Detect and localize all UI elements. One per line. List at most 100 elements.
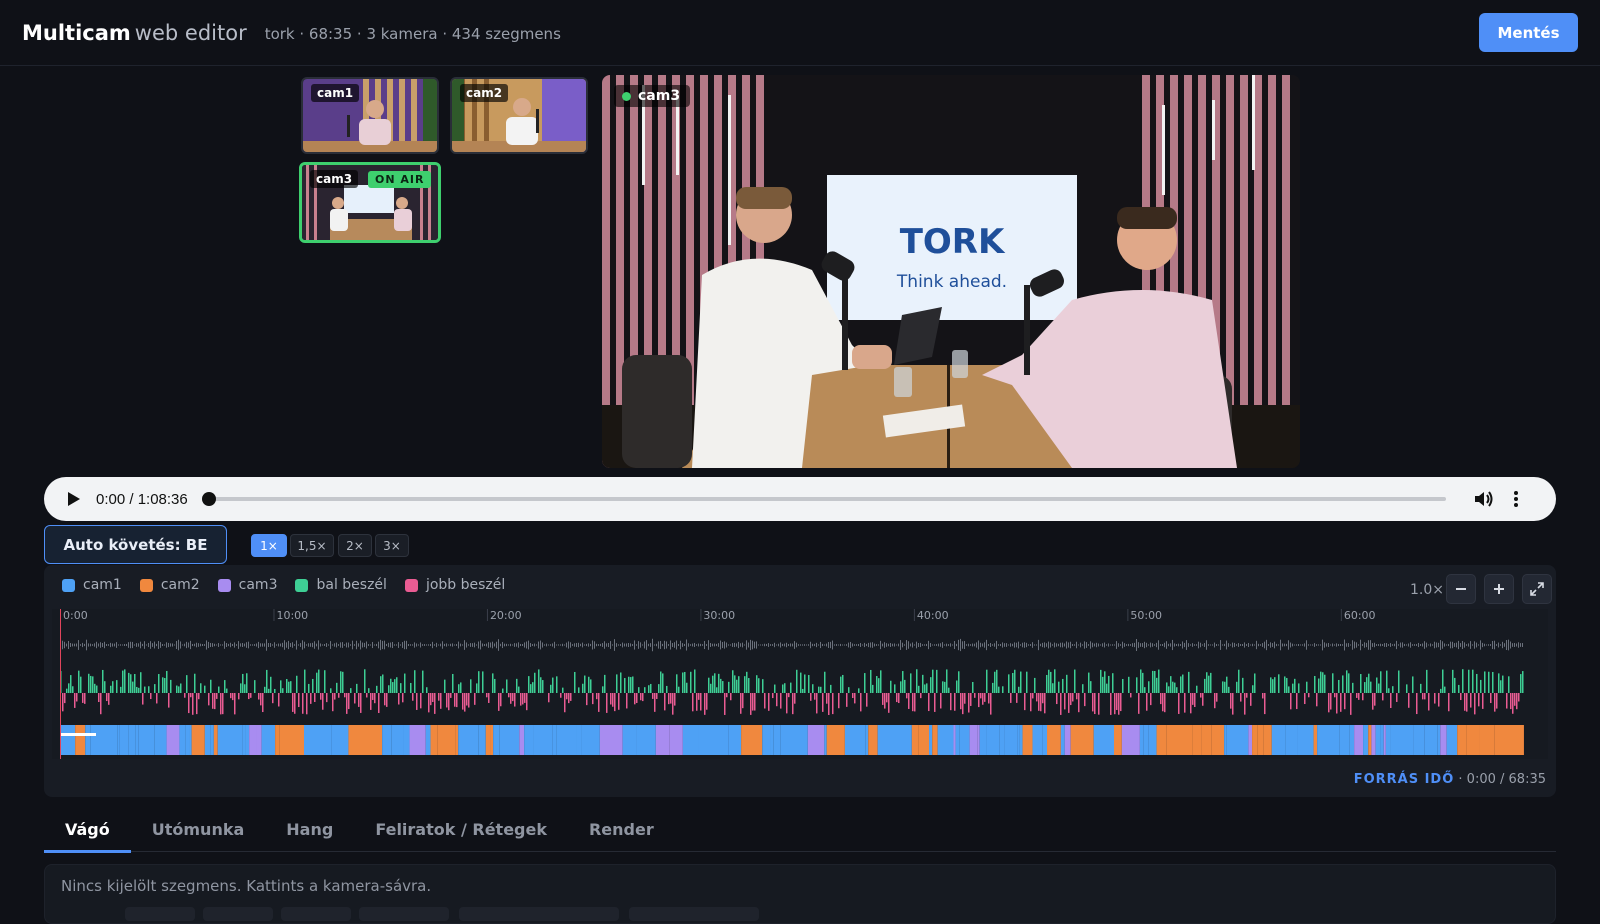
right-speaker-bar [1030, 693, 1032, 711]
right-speaker-bar [1474, 693, 1476, 714]
waveform-sample [250, 644, 251, 645]
waveform-sample [998, 644, 999, 646]
player-more-button[interactable] [1508, 487, 1524, 511]
left-speaker-bar [840, 677, 842, 693]
left-speaker-bar [930, 677, 932, 693]
right-speaker-bar [754, 693, 756, 711]
tab-audio[interactable]: Hang [265, 806, 354, 852]
segment-action-button[interactable] [203, 907, 273, 921]
waveform-sample [330, 641, 331, 649]
left-speaker-bar [268, 689, 270, 693]
left-speaker-bar [1320, 672, 1322, 693]
camera-thumb-cam2[interactable]: cam2 [450, 77, 588, 154]
left-speaker-bar [200, 683, 202, 693]
waveform-sample [1310, 644, 1311, 645]
left-speaker-bar [708, 678, 710, 693]
waveform-sample [912, 642, 913, 647]
camera-track[interactable] [60, 725, 1524, 755]
play-button[interactable] [64, 489, 84, 509]
right-speaker-bar [968, 693, 970, 713]
waveform-sample [572, 644, 573, 646]
right-speaker-bar [420, 693, 422, 708]
right-speaker-bar [1438, 693, 1440, 707]
left-speaker-bar [690, 672, 692, 693]
waveform-sample [1004, 643, 1005, 647]
segment-action-button[interactable] [459, 907, 619, 921]
waveform-sample [796, 643, 797, 648]
right-speaker-bar [988, 693, 990, 703]
seek-bar[interactable] [206, 497, 1446, 501]
speed-2x-button[interactable]: 2× [338, 534, 372, 557]
camera-segment [138, 725, 155, 755]
seek-handle[interactable] [202, 492, 216, 506]
segment-action-button[interactable] [125, 907, 195, 921]
left-speaker-bar [1376, 678, 1378, 693]
speed-1x-button[interactable]: 1× [251, 534, 287, 557]
tab-subtitles-layers[interactable]: Feliratok / Rétegek [354, 806, 568, 852]
waveform-sample [544, 644, 545, 645]
left-speaker-bar [650, 684, 652, 693]
left-speaker-bar [1180, 676, 1182, 693]
program-monitor[interactable]: TORK Think ahead. cam3 [602, 75, 1300, 468]
tab-post-production[interactable]: Utómunka [131, 806, 266, 852]
right-speaker-bar [334, 693, 336, 700]
waveform-sample [864, 643, 865, 647]
auto-follow-toggle[interactable]: Auto követés: BE [44, 525, 227, 564]
waveform-sample [126, 644, 127, 646]
right-speaker-bar [446, 693, 448, 707]
waveform-sample [900, 640, 901, 650]
segment-action-button[interactable] [359, 907, 449, 921]
left-speaker-bar [802, 689, 804, 693]
waveform-sample [586, 644, 587, 646]
waveform-sample [88, 643, 89, 646]
camera-segment [524, 725, 533, 755]
camera-segment [1061, 725, 1065, 755]
left-speaker-bar [266, 670, 268, 693]
waveform-sample [892, 644, 893, 647]
waveform-sample [1392, 644, 1393, 646]
waveform-sample [1190, 644, 1191, 645]
app-title-bold: Multicam [22, 21, 131, 45]
waveform-sample [700, 644, 701, 646]
zoom-out-button[interactable] [1446, 574, 1476, 604]
zoom-in-button[interactable] [1484, 574, 1514, 604]
left-speaker-bar [364, 669, 366, 693]
waveform-sample [852, 643, 853, 646]
legend-label: cam2 [161, 577, 200, 593]
camera-thumb-cam3[interactable]: cam3 ON AIR [299, 162, 441, 243]
left-speaker-bar [556, 676, 558, 693]
waveform-sample [508, 644, 509, 645]
waveform-sample [316, 644, 317, 647]
waveform-sample [70, 643, 71, 647]
right-speaker-bar [508, 693, 510, 697]
left-speaker-bar [1008, 674, 1010, 693]
camera-segment [458, 725, 478, 755]
speed-1-5x-button[interactable]: 1,5× [290, 534, 334, 557]
playhead[interactable] [60, 609, 61, 759]
right-speaker-bar [586, 693, 588, 705]
left-speaker-bar [720, 679, 722, 693]
waveform-sample [624, 644, 625, 647]
tab-cutter[interactable]: Vágó [44, 806, 131, 852]
tab-render[interactable]: Render [568, 806, 675, 852]
volume-button[interactable] [1472, 487, 1496, 511]
left-speaker-bar [88, 674, 90, 693]
waveform-sample [1400, 643, 1401, 648]
waveform-sample [818, 644, 819, 645]
fit-timeline-button[interactable] [1522, 574, 1552, 604]
camera-segment [1314, 725, 1318, 755]
source-time-readout: FORRÁS IDŐ · 0:00 / 68:35 [1354, 772, 1546, 787]
camera-thumb-cam1[interactable]: cam1 [301, 77, 439, 154]
waveform-sample [1342, 644, 1343, 645]
save-button[interactable]: Mentés [1479, 13, 1578, 52]
speed-3x-button[interactable]: 3× [375, 534, 409, 557]
segment-action-button[interactable] [281, 907, 351, 921]
left-speaker-bar [1322, 672, 1324, 693]
timeline-tracks[interactable]: 0:0010:0020:0030:0040:0050:0060:00 [52, 609, 1548, 759]
waveform-sample [232, 644, 233, 646]
waveform-sample [1430, 643, 1431, 646]
waveform-sample [1122, 642, 1123, 649]
right-speaker-bar [220, 693, 222, 714]
segment-action-button[interactable] [629, 907, 759, 921]
waveform-sample [1298, 644, 1299, 646]
